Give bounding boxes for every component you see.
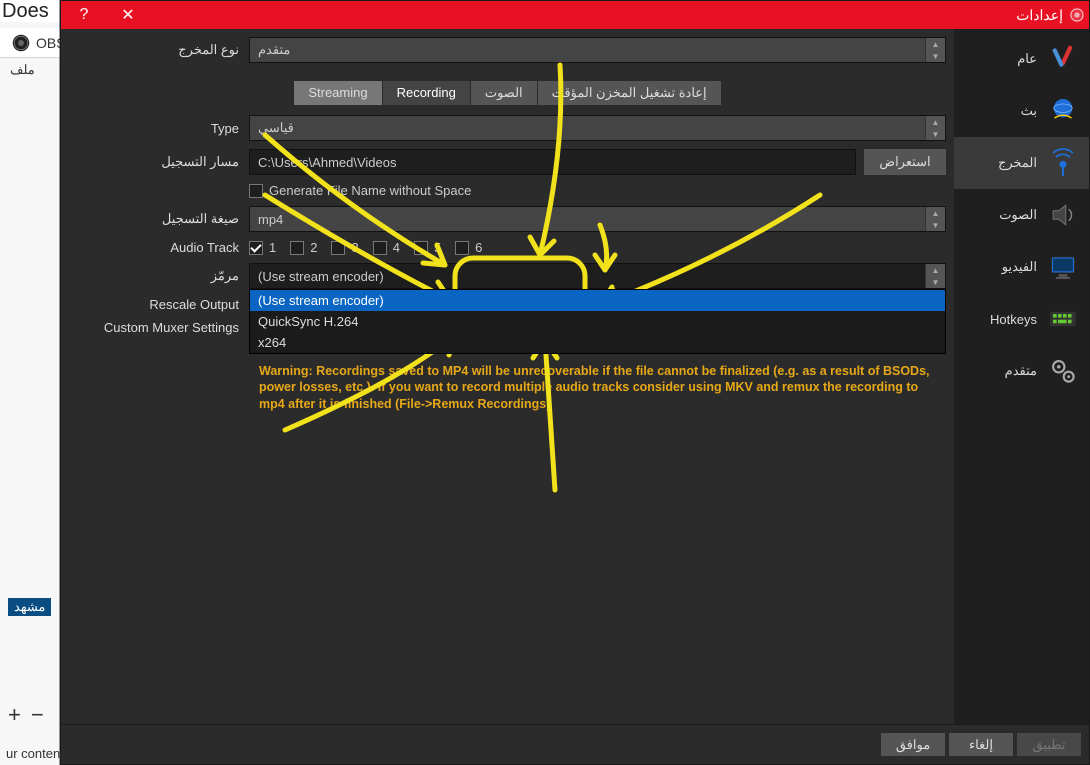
sidebar-item-hotkeys[interactable]: Hotkeys — [954, 293, 1089, 345]
sidebar-item-stream[interactable]: بث — [954, 85, 1089, 137]
dialog-footer: موافق إلغاء تطبيق — [61, 724, 1089, 764]
audio-track-label: Audio Track — [69, 240, 249, 255]
encoder-option-x264[interactable]: x264 — [250, 332, 945, 353]
updown-icon: ▲▼ — [925, 207, 945, 231]
recording-format-label: صيغة التسجيل — [69, 211, 249, 227]
keyboard-icon — [1045, 301, 1081, 337]
obs-logo-icon — [12, 34, 30, 52]
bg-footer-text: ur content — [6, 746, 64, 761]
custom-muxer-label: Custom Muxer Settings — [69, 320, 249, 335]
encoder-dropdown-list: (Use stream encoder) QuickSync H.264 x26… — [249, 289, 946, 354]
output-mode-label: نوع المخرج — [69, 42, 249, 58]
audio-track-2-checkbox[interactable] — [290, 241, 304, 255]
sidebar-item-video[interactable]: الفيديو — [954, 241, 1089, 293]
broadcast-icon — [1045, 145, 1081, 181]
remove-scene-button[interactable]: − — [31, 702, 44, 728]
obs-logo-icon — [1069, 7, 1085, 23]
cancel-button[interactable]: إلغاء — [949, 733, 1013, 756]
no-space-label: Generate File Name without Space — [269, 183, 471, 198]
recording-path-label: مسار التسجيل — [69, 154, 249, 170]
tab-recording[interactable]: Recording — [383, 81, 470, 105]
close-button[interactable]: ✕ — [113, 5, 143, 25]
output-panel: نوع المخرج متقدم ▲▼ Streaming Recording … — [61, 29, 954, 724]
dialog-title: إعدادات — [1016, 7, 1063, 24]
wrench-screwdriver-icon — [1045, 41, 1081, 77]
recording-format-select[interactable]: mp4 ▲▼ — [249, 206, 946, 232]
recording-type-label: Type — [69, 121, 249, 136]
audio-track-3-checkbox[interactable] — [331, 241, 345, 255]
output-tabs: Streaming Recording الصوت إعادة تشغيل ال… — [69, 81, 946, 105]
updown-icon: ▲▼ — [925, 38, 945, 62]
tab-streaming[interactable]: Streaming — [294, 81, 381, 105]
sidebar-item-audio[interactable]: الصوت — [954, 189, 1089, 241]
monitor-icon — [1045, 249, 1081, 285]
encoder-label: مرمّز — [69, 268, 249, 284]
sidebar-item-label: الصوت — [999, 207, 1037, 223]
help-button[interactable]: ? — [69, 6, 99, 24]
updown-icon: ▲▼ — [925, 116, 945, 140]
sidebar-item-advanced[interactable]: متقدم — [954, 345, 1089, 397]
encoder-option-quicksync[interactable]: QuickSync H.264 — [250, 311, 945, 332]
audio-track-6-checkbox[interactable] — [455, 241, 469, 255]
mp4-warning-text: Warning: Recordings saved to MP4 will be… — [69, 363, 946, 412]
gears-icon — [1045, 353, 1081, 389]
tab-audio[interactable]: الصوت — [471, 81, 537, 105]
sidebar-item-general[interactable]: عام — [954, 33, 1089, 85]
settings-sidebar: عام بث المخرج الصوت — [954, 29, 1089, 724]
sidebar-item-label: بث — [1021, 103, 1037, 119]
menu-file[interactable]: ملف — [10, 62, 35, 78]
ok-button[interactable]: موافق — [881, 733, 945, 756]
sidebar-item-label: متقدم — [1005, 363, 1037, 379]
apply-button[interactable]: تطبيق — [1017, 733, 1081, 756]
updown-icon: ▲▼ — [925, 264, 945, 288]
recording-path-input[interactable]: C:\Users\Ahmed\Videos — [249, 149, 856, 175]
sidebar-item-label: عام — [1017, 51, 1037, 67]
dialog-titlebar[interactable]: إعدادات ? ✕ — [61, 1, 1089, 29]
speaker-icon — [1045, 197, 1081, 233]
tab-replay-buffer[interactable]: إعادة تشغيل المخزن المؤقت — [538, 81, 721, 105]
browse-button[interactable]: استعراض — [864, 149, 946, 175]
sidebar-item-label: الفيديو — [1002, 259, 1037, 275]
encoder-option-stream[interactable]: (Use stream encoder) — [250, 290, 945, 311]
bg-doc-fragment: Does — [0, 0, 60, 22]
sidebar-item-label: المخرج — [998, 155, 1037, 171]
globe-icon — [1045, 93, 1081, 129]
sidebar-item-label: Hotkeys — [990, 312, 1037, 327]
output-mode-select[interactable]: متقدم ▲▼ — [249, 37, 946, 63]
rescale-output-label: Rescale Output — [69, 297, 249, 312]
audio-track-1-checkbox[interactable] — [249, 241, 263, 255]
settings-dialog: إعدادات ? ✕ عام بث — [60, 0, 1090, 765]
audio-track-4-checkbox[interactable] — [373, 241, 387, 255]
sidebar-item-output[interactable]: المخرج — [954, 137, 1089, 189]
encoder-select[interactable]: (Use stream encoder) ▲▼ — [249, 263, 946, 289]
recording-type-select[interactable]: قياسي ▲▼ — [249, 115, 946, 141]
audio-track-5-checkbox[interactable] — [414, 241, 428, 255]
no-space-checkbox[interactable] — [249, 184, 263, 198]
add-scene-button[interactable]: + — [8, 702, 21, 728]
scene-label[interactable]: مشهد — [8, 598, 51, 616]
